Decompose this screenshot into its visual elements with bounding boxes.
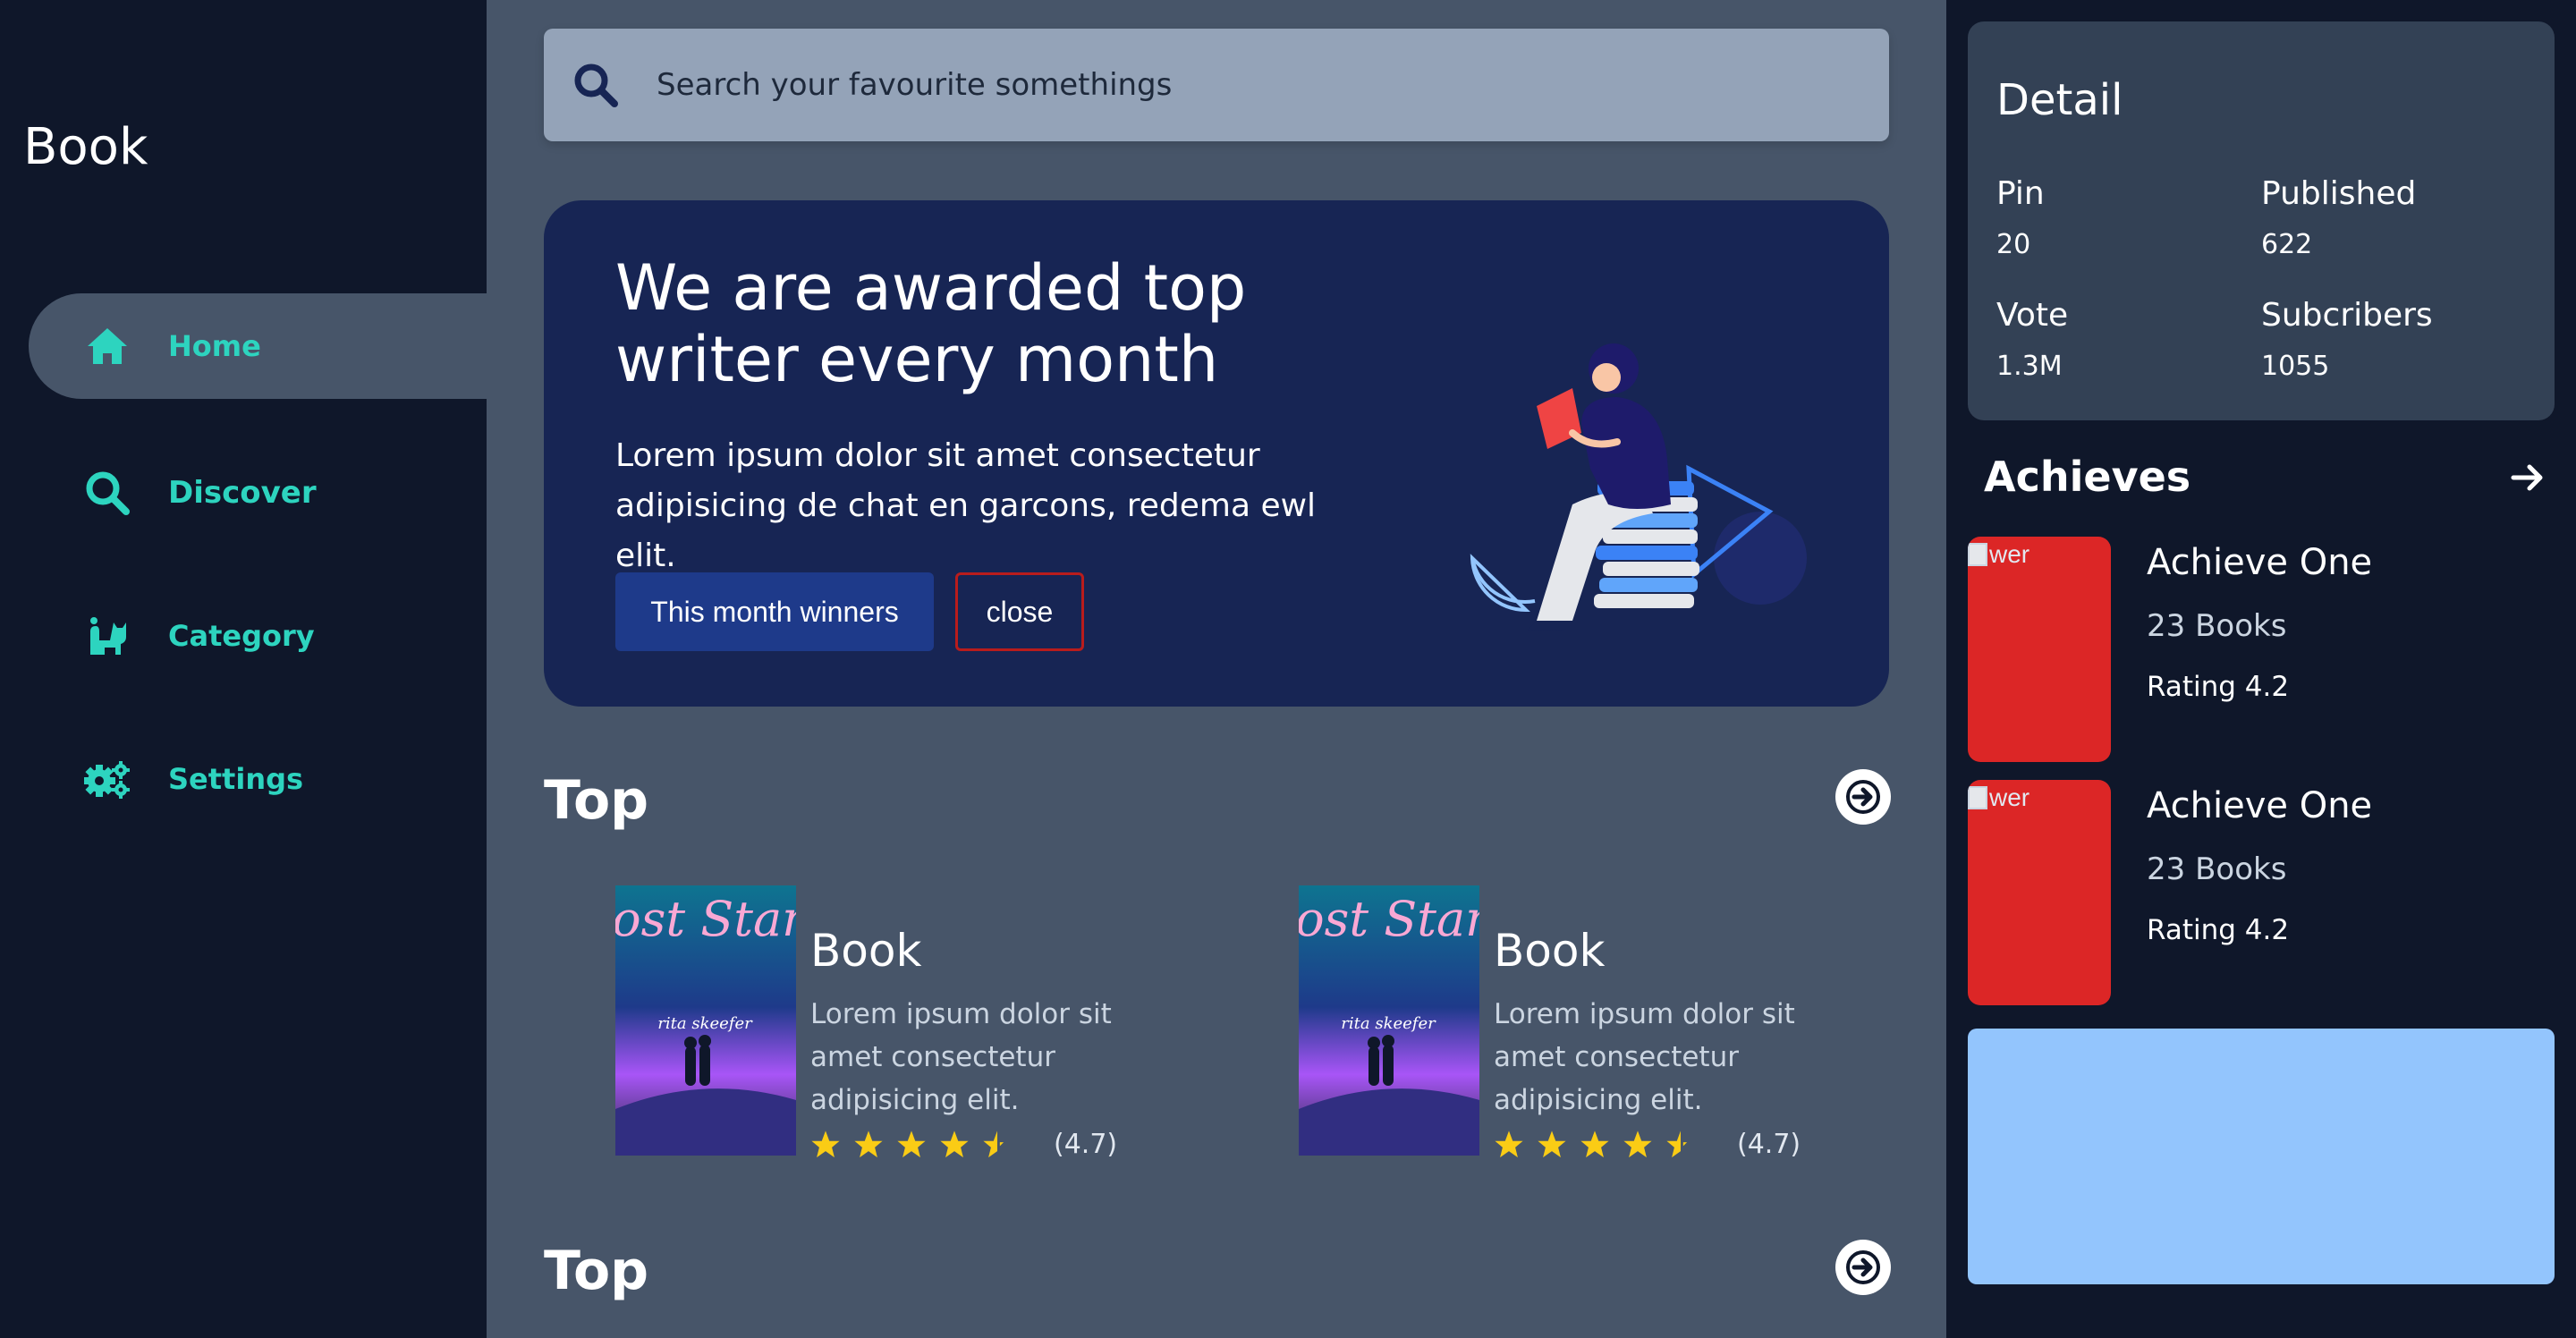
sidebar-item-settings[interactable]: Settings <box>29 726 487 832</box>
stat-label-subscribers: Subcribers <box>2261 297 2433 334</box>
sidebar-item-label: Settings <box>168 762 304 796</box>
broken-image-icon: wer <box>1968 540 2029 569</box>
rating-count: (4.7) <box>1737 1129 1801 1160</box>
star-icon <box>1623 1130 1652 1157</box>
cover-author: rita skeefer <box>657 1014 753 1033</box>
cover-title: Lost Stars <box>615 891 796 947</box>
achieve-rating: Rating 4.2 <box>2147 914 2290 946</box>
achieve-card[interactable]: wer Achieve One 23 Books Rating 4.2 <box>1968 537 2555 762</box>
section-next-button[interactable] <box>1835 769 1891 825</box>
award-banner: We are awarded top writer every month Lo… <box>544 200 1889 707</box>
sidebar-item-home[interactable]: Home <box>29 293 487 399</box>
stat-label-vote: Vote <box>1996 297 2069 334</box>
app-root: Book Home Discover Category Settings Sea… <box>0 0 2576 1338</box>
sidebar-item-label: Home <box>168 329 261 363</box>
month-winners-button[interactable]: This month winners <box>615 572 934 651</box>
stat-value-subscribers: 1055 <box>2261 351 2330 382</box>
detail-title: Detail <box>1996 75 2123 125</box>
half-star-icon <box>983 1130 1004 1157</box>
cat-icon <box>84 613 131 659</box>
section-title-top: Top <box>544 1240 649 1302</box>
star-icon <box>1580 1130 1609 1157</box>
section-title-top: Top <box>544 769 649 832</box>
achieve-books: 23 Books <box>2147 851 2287 887</box>
stat-label-published: Published <box>2261 175 2417 212</box>
brand-title: Book <box>23 118 148 176</box>
book-description: Lorem ipsum dolor sit amet consectetur a… <box>1494 998 1795 1116</box>
image-alt-text: wer <box>1989 783 2030 811</box>
book-rating: (4.7) <box>810 1129 1117 1160</box>
stat-label-pin: Pin <box>1996 175 2045 212</box>
book-title: Book <box>810 925 922 977</box>
home-icon <box>84 323 131 369</box>
sidebar-item-category[interactable]: Category <box>29 583 487 689</box>
achieve-name: Achieve One <box>2147 785 2373 826</box>
banner-title: We are awarded top writer every month <box>615 251 1247 396</box>
book-card[interactable]: Lost Stars rita skeefer Book Lorem ipsum… <box>1299 885 1925 1172</box>
star-icon <box>1538 1130 1566 1157</box>
star-icon <box>1495 1130 1523 1157</box>
sidebar-item-label: Discover <box>168 475 317 511</box>
book-rating: (4.7) <box>1494 1129 1801 1160</box>
info-box <box>1968 1029 2555 1284</box>
achieve-image: wer <box>1968 780 2111 1005</box>
reading-woman-illustration <box>1470 343 1807 631</box>
sidebar: Book Home Discover Category Settings <box>0 0 487 1338</box>
star-icon <box>854 1130 883 1157</box>
arrow-right-icon <box>1846 780 1880 814</box>
stat-value-vote: 1.3M <box>1996 351 2063 382</box>
gears-icon <box>84 756 131 802</box>
close-button[interactable]: close <box>955 572 1084 651</box>
achieve-name: Achieve One <box>2147 542 2373 583</box>
cover-author: rita skeefer <box>1341 1014 1436 1033</box>
arrow-right-icon[interactable] <box>2510 460 2546 495</box>
star-icon <box>940 1130 969 1157</box>
search-bar <box>544 29 1889 141</box>
achieves-title: Achieves <box>1984 453 2191 501</box>
book-title: Book <box>1494 925 1606 977</box>
star-icon <box>897 1130 926 1157</box>
star-icon <box>811 1130 840 1157</box>
book-cover-image: Lost Stars rita skeefer <box>1299 885 1479 1156</box>
cover-title: Lost Stars <box>1299 891 1479 947</box>
book-card[interactable]: Lost Stars rita skeefer Book Lorem ipsum… <box>615 885 1241 1172</box>
main-content: We are awarded top writer every month Lo… <box>487 0 1946 1338</box>
search-input[interactable] <box>657 67 1889 103</box>
stat-value-published: 622 <box>2261 229 2313 260</box>
search-icon <box>84 470 131 516</box>
half-star-icon <box>1666 1130 1688 1157</box>
arrow-right-icon <box>1846 1250 1880 1284</box>
book-description: Lorem ipsum dolor sit amet consectetur a… <box>810 998 1112 1116</box>
search-icon[interactable] <box>571 60 621 110</box>
broken-image-icon: wer <box>1968 783 2029 812</box>
rating-count: (4.7) <box>1054 1129 1118 1160</box>
book-cover-image: Lost Stars rita skeefer <box>615 885 796 1156</box>
banner-text: Lorem ipsum dolor sit amet consectetur a… <box>615 437 1317 574</box>
achieve-image: wer <box>1968 537 2111 762</box>
detail-card: Detail Pin 20 Published 622 Vote 1.3M Su… <box>1968 21 2555 420</box>
image-alt-text: wer <box>1989 540 2030 568</box>
achieve-card[interactable]: wer Achieve One 23 Books Rating 4.2 <box>1968 780 2555 1005</box>
achieve-books: 23 Books <box>2147 608 2287 644</box>
sidebar-item-label: Category <box>168 619 315 653</box>
section-next-button[interactable] <box>1835 1240 1891 1295</box>
achieve-rating: Rating 4.2 <box>2147 671 2290 703</box>
sidebar-item-discover[interactable]: Discover <box>29 440 487 546</box>
right-panel: Detail Pin 20 Published 622 Vote 1.3M Su… <box>1946 0 2576 1338</box>
stat-value-pin: 20 <box>1996 229 2031 260</box>
